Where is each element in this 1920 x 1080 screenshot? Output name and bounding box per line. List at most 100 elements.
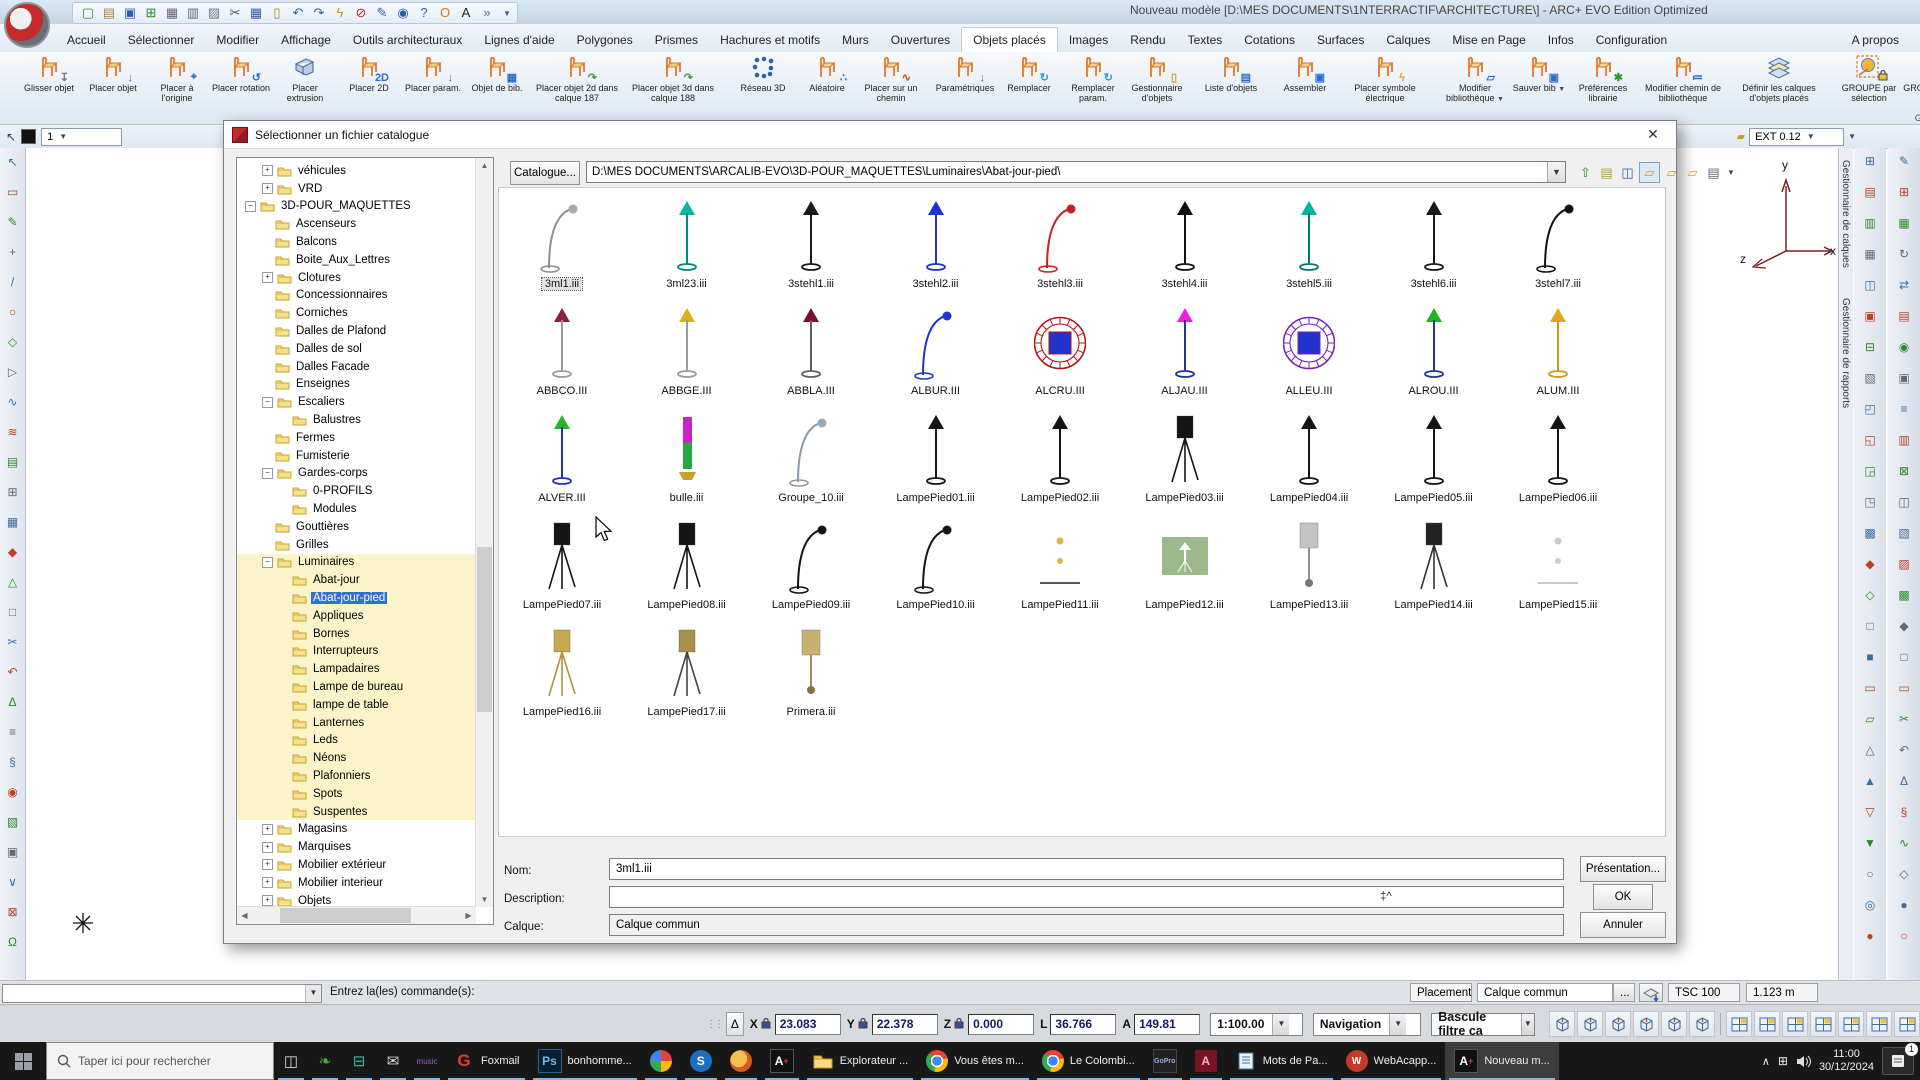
tree-item[interactable]: Appliques bbox=[237, 606, 476, 625]
ribbon-button-5-2[interactable]: ✱ Préférences librairie bbox=[1571, 54, 1635, 124]
tree-item[interactable]: Dalles Facade bbox=[237, 358, 476, 376]
catalog-file-name[interactable]: LampePied16.iii bbox=[520, 706, 604, 718]
menu-item-5[interactable]: Lignes d'aide bbox=[473, 28, 565, 52]
mode-combo[interactable]: Navigation ▼ bbox=[1312, 1012, 1422, 1036]
collapse-icon[interactable]: − bbox=[245, 200, 256, 212]
catalog-file-name[interactable]: LampePied11.iii bbox=[1018, 599, 1101, 611]
collapse-icon[interactable]: − bbox=[262, 396, 273, 408]
tree-item-label[interactable]: Ascenseurs bbox=[294, 218, 358, 230]
catalog-file-item[interactable]: LampePied04.iii bbox=[1247, 410, 1371, 514]
catalog-file-item[interactable]: LampePied05.iii bbox=[1372, 410, 1496, 514]
right1-tool-icon-25[interactable]: ● bbox=[1860, 926, 1880, 946]
menu-item-11[interactable]: Objets placés bbox=[961, 27, 1058, 52]
layer-tool-button[interactable] bbox=[1639, 983, 1663, 1003]
tree-item-label[interactable]: Mobilier interieur bbox=[296, 877, 385, 889]
tree-item-label[interactable]: Dalles de sol bbox=[294, 343, 364, 355]
tree-item[interactable]: lampe de table bbox=[237, 695, 476, 714]
catalog-file-name[interactable]: 3stehl2.iii bbox=[910, 278, 962, 290]
ribbon-button-2-2[interactable]: ↻ Remplacer param. bbox=[1061, 54, 1125, 124]
exit-icon[interactable]: » bbox=[478, 4, 496, 22]
layout-icon-0[interactable] bbox=[1726, 1011, 1752, 1037]
expand-icon[interactable]: + bbox=[262, 165, 273, 177]
tray-chevron-icon[interactable]: ∧ bbox=[1762, 1055, 1770, 1068]
catalog-file-item[interactable]: ALUM.III bbox=[1496, 303, 1620, 407]
cancel-button[interactable]: Annuler bbox=[1580, 912, 1666, 938]
catalog-file-name[interactable]: LampePied17.iii bbox=[644, 706, 728, 718]
right1-tool-icon-17[interactable]: ▭ bbox=[1860, 678, 1880, 698]
catalog-file-name[interactable]: LampePied10.iii bbox=[893, 599, 977, 611]
menu-item-4[interactable]: Outils architecturaux bbox=[342, 28, 473, 52]
catalog-file-item[interactable]: ABBGE.III bbox=[625, 303, 749, 407]
search-folder-icon[interactable]: ▱ bbox=[1662, 163, 1681, 182]
tree-item-label[interactable]: Modules bbox=[311, 503, 358, 515]
tree-item-label[interactable]: Spots bbox=[311, 788, 344, 800]
new-file-icon[interactable]: ▢ bbox=[79, 4, 97, 22]
ribbon-button-0-9[interactable]: ↷ Placer objet 3d dans calque 188 bbox=[625, 54, 721, 124]
keyboard-icon[interactable]: ⊞ bbox=[1778, 1054, 1788, 1068]
coord-value[interactable]: 23.083 bbox=[774, 1013, 841, 1035]
tree-item[interactable]: 0-PROFILS bbox=[237, 482, 476, 500]
right2-tool-icon-11[interactable]: ◫ bbox=[1894, 492, 1914, 512]
left-tool-icon-2[interactable]: ✎ bbox=[3, 212, 23, 232]
tree-item-label[interactable]: Suspentes bbox=[311, 806, 369, 818]
left-tool-icon-3[interactable]: + bbox=[3, 242, 23, 262]
ext-combo[interactable]: EXT 0.12 ▼ bbox=[1749, 127, 1845, 146]
catalog-file-item[interactable]: LampePied09.iii bbox=[749, 517, 873, 621]
right1-tool-icon-1[interactable]: ▤ bbox=[1860, 182, 1880, 202]
left-tool-icon-1[interactable]: ▭ bbox=[3, 182, 23, 202]
tree-item[interactable]: − Luminaires bbox=[237, 553, 476, 572]
ribbon-button-2-1[interactable]: ↻ Remplacer bbox=[997, 54, 1061, 124]
tree-item[interactable]: Boite_Aux_Lettres bbox=[237, 251, 476, 269]
tree-item[interactable]: Interrupteurs bbox=[237, 642, 476, 661]
tree-item-label[interactable]: Corniches bbox=[294, 307, 350, 319]
new-note-icon[interactable]: ▤ bbox=[1597, 163, 1616, 182]
left-tool-icon-9[interactable]: ≋ bbox=[3, 422, 23, 442]
calque-field[interactable]: Calque commun bbox=[609, 914, 1564, 936]
lock-icon[interactable] bbox=[953, 1017, 965, 1032]
layout-icon-5[interactable] bbox=[1866, 1011, 1892, 1037]
ribbon-button-0-2[interactable]: ⌖ Placer à l'origine bbox=[145, 54, 209, 124]
tree-item-label[interactable]: VRD bbox=[296, 183, 324, 195]
right1-tool-icon-11[interactable]: ◳ bbox=[1860, 492, 1880, 512]
right1-tool-icon-20[interactable]: ▲ bbox=[1860, 771, 1880, 791]
catalog-file-item[interactable]: Groupe_10.iii bbox=[749, 410, 873, 514]
taskbar-app-6[interactable]: Explorateur ... bbox=[803, 1042, 917, 1080]
right1-tool-icon-3[interactable]: ▦ bbox=[1860, 244, 1880, 264]
left-tool-icon-23[interactable]: ▣ bbox=[3, 842, 23, 862]
catalog-file-name[interactable]: LampePied06.iii bbox=[1516, 492, 1600, 504]
tree-item-label[interactable]: Lampadaires bbox=[311, 663, 381, 675]
lightning-icon[interactable]: ϟ bbox=[331, 4, 349, 22]
tree-item-label[interactable]: Objets bbox=[296, 895, 333, 907]
folder-icon[interactable]: ▱ bbox=[1683, 163, 1702, 182]
tree-item[interactable]: Concessionnaires bbox=[237, 287, 476, 305]
catalog-file-name[interactable]: Primera.iii bbox=[784, 706, 839, 718]
right1-tool-icon-22[interactable]: ▼ bbox=[1860, 833, 1880, 853]
menu-item-3[interactable]: Affichage bbox=[270, 28, 342, 52]
tree-item-label[interactable]: Lampe de bureau bbox=[311, 681, 405, 693]
right1-tool-icon-6[interactable]: ⊟ bbox=[1860, 337, 1880, 357]
expand-icon[interactable]: + bbox=[262, 183, 273, 195]
layer-browse-button[interactable]: ... bbox=[1613, 983, 1635, 1002]
description-field[interactable]: ‡^ bbox=[609, 886, 1564, 908]
folders-view-icon[interactable]: ▱ bbox=[1639, 161, 1660, 183]
ribbon-button-1-0[interactable]: Réseau 3D bbox=[731, 54, 795, 124]
delta-toggle-button[interactable]: Δ bbox=[726, 1012, 744, 1036]
catalog-file-item[interactable]: 3stehl7.iii bbox=[1496, 196, 1620, 300]
right2-tool-icon-2[interactable]: ▦ bbox=[1894, 213, 1914, 233]
right1-tool-icon-0[interactable]: ⊞ bbox=[1860, 151, 1880, 171]
menu-item-0[interactable]: Accueil bbox=[56, 28, 117, 52]
tree-item[interactable]: Grilles bbox=[237, 536, 476, 554]
table-icon[interactable]: ⊞ bbox=[142, 4, 160, 22]
right1-tool-icon-13[interactable]: ◆ bbox=[1860, 554, 1880, 574]
menu-item-2[interactable]: Modifier bbox=[205, 28, 270, 52]
ribbon-button-5-4[interactable]: Définir les calques d'objets placés bbox=[1731, 54, 1827, 124]
help-icon[interactable]: ? bbox=[415, 4, 433, 22]
dialog-title-bar[interactable]: Sélectionner un fichier catalogue ✕ bbox=[224, 121, 1676, 149]
view3d-icon-5[interactable] bbox=[1689, 1011, 1715, 1037]
right1-tool-icon-19[interactable]: △ bbox=[1860, 740, 1880, 760]
ribbon-button-1-1[interactable]: ∴ Aléatoire bbox=[795, 54, 859, 124]
tree-item[interactable]: + Magasins bbox=[237, 820, 476, 838]
menu-item-12[interactable]: Images bbox=[1058, 28, 1119, 52]
catalog-file-item[interactable]: LampePied14.iii bbox=[1372, 517, 1496, 621]
cut-icon[interactable]: ✂ bbox=[226, 4, 244, 22]
